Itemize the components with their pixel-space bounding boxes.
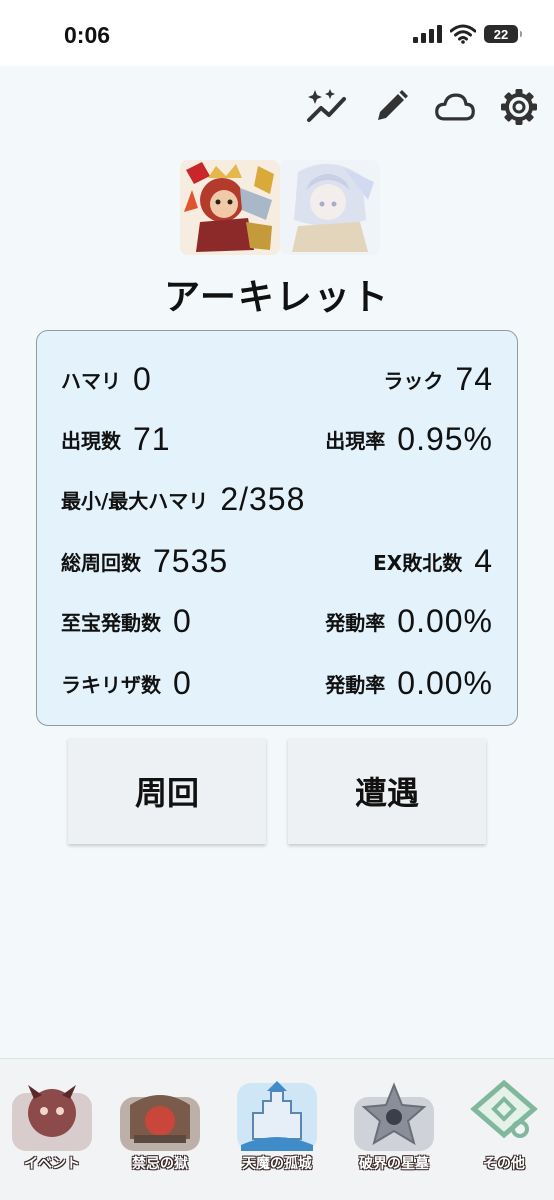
stat-label: 出現数 — [61, 428, 121, 453]
stat-value: 0 — [173, 664, 192, 701]
stats-row: 至宝発動数 0 発動率 0.00% — [61, 597, 493, 645]
tab-others[interactable]: その他 — [454, 1075, 554, 1185]
stat-ex-defeat: EX敗北数 4 — [373, 543, 493, 580]
status-bar: 0:06 22 — [0, 0, 554, 66]
tab-label: 破界の星墓 — [359, 1156, 429, 1172]
stat-value: 4 — [474, 542, 493, 579]
tab-tenma-castle[interactable]: 天魔の孤城 — [227, 1075, 327, 1185]
settings-button[interactable] — [498, 86, 540, 128]
stat-value: 0.00% — [397, 602, 493, 639]
stat-hamari: ハマリ 0 — [61, 361, 152, 398]
tab-label: その他 — [483, 1156, 525, 1172]
tab-label: 天魔の孤城 — [242, 1156, 312, 1172]
stat-value: 0 — [133, 360, 152, 397]
star-tomb-tab-icon — [354, 1082, 434, 1151]
stat-label: 総周回数 — [61, 550, 141, 575]
stats-row: ラキリザ数 0 発動率 0.00% — [61, 659, 493, 707]
run-button[interactable]: 周回 — [68, 738, 266, 844]
stat-label: ハマリ — [61, 368, 121, 393]
stat-label: 出現率 — [325, 428, 386, 453]
others-tab-icon — [470, 1079, 538, 1139]
stats-chart-button[interactable] — [306, 86, 348, 128]
edit-button[interactable] — [370, 86, 412, 128]
pencil-icon — [378, 90, 408, 120]
cloud-sync-button[interactable] — [434, 86, 476, 128]
stat-min-max-hamari: 最小/最大ハマリ 2/358 — [61, 481, 305, 518]
character-avatar-secondary[interactable] — [280, 160, 380, 255]
sparkle-chart-icon — [307, 89, 346, 122]
stat-label: 最小/最大ハマリ — [61, 488, 209, 513]
encounter-button[interactable]: 遭遇 — [288, 738, 486, 844]
tenma-castle-tab-icon — [237, 1081, 317, 1151]
tab-label: イベント — [24, 1156, 80, 1172]
stat-value: 2/358 — [220, 480, 306, 517]
bottom-tab-bar: イベント 禁忌の獄 天魔の孤城 破界の星墓 その他 — [0, 1058, 554, 1200]
character-name: アーキレット — [164, 277, 390, 318]
status-time: 0:06 — [64, 22, 111, 48]
stat-value: 71 — [133, 420, 171, 457]
stat-label: 発動率 — [325, 672, 386, 697]
event-tab-icon — [12, 1085, 92, 1151]
cloud-icon — [435, 93, 475, 121]
stat-value: 7535 — [153, 542, 229, 579]
forbidden-prison-tab-icon — [120, 1095, 200, 1151]
stat-treasure-count: 至宝発動数 0 — [61, 603, 192, 640]
stats-card: ハマリ 0 ラック 74 出現数 71 出現率 0.95% 最小/最大ハマリ 2… — [36, 330, 518, 726]
stat-label: EX敗北数 — [373, 550, 463, 575]
stat-treasure-rate: 発動率 0.00% — [325, 603, 493, 640]
gear-icon — [501, 89, 537, 125]
status-icons: 22 — [412, 24, 522, 44]
stat-label: ラック — [383, 368, 444, 393]
stat-value: 0 — [173, 602, 192, 639]
wifi-icon — [450, 24, 476, 44]
stat-appear-rate: 出現率 0.95% — [325, 421, 493, 458]
stats-row: 出現数 71 出現率 0.95% — [61, 415, 493, 463]
stat-value: 0.95% — [397, 420, 493, 457]
stats-row: 総周回数 7535 EX敗北数 4 — [61, 537, 493, 585]
stat-label: 発動率 — [325, 610, 386, 635]
tab-label: 禁忌の獄 — [132, 1156, 188, 1172]
battery-level: 22 — [493, 26, 509, 42]
stat-lucky-count: ラキリザ数 0 — [61, 665, 192, 702]
stat-appear-count: 出現数 71 — [61, 421, 171, 458]
stat-total-runs: 総周回数 7535 — [61, 543, 228, 580]
stats-row: 最小/最大ハマリ 2/358 — [61, 475, 493, 523]
stat-value: 74 — [455, 360, 493, 397]
tab-event[interactable]: イベント — [2, 1075, 102, 1185]
stat-lucky-rate: 発動率 0.00% — [325, 665, 493, 702]
stats-row: ハマリ 0 ラック 74 — [61, 355, 493, 403]
character-avatars — [180, 160, 380, 260]
stat-label: 至宝発動数 — [61, 610, 161, 635]
tab-forbidden-prison[interactable]: 禁忌の獄 — [110, 1075, 210, 1185]
signal-icon — [413, 25, 442, 43]
tab-star-tomb[interactable]: 破界の星墓 — [344, 1075, 444, 1185]
stat-luck: ラック 74 — [383, 361, 493, 398]
stat-value: 0.00% — [397, 664, 493, 701]
character-avatar-main[interactable] — [180, 160, 280, 255]
battery-indicator: 22 — [484, 25, 522, 43]
stat-label: ラキリザ数 — [61, 672, 161, 697]
top-toolbar — [306, 86, 540, 128]
